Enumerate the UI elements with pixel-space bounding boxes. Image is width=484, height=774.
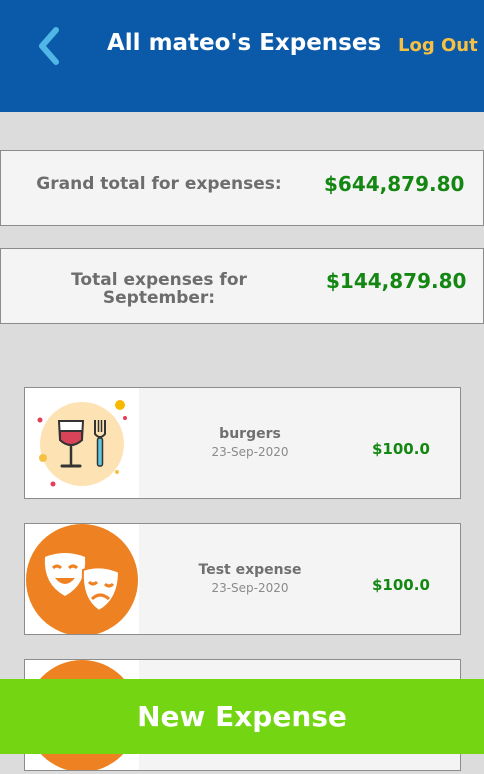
grand-total-value: $644,879.80 bbox=[324, 172, 465, 196]
theater-masks-icon bbox=[26, 524, 138, 636]
page-title: All mateo's Expenses bbox=[107, 30, 382, 56]
grand-total-panel: Grand total for expenses: $644,879.80 bbox=[0, 150, 484, 226]
grand-total-label: Grand total for expenses: bbox=[36, 174, 282, 194]
month-total-panel: Total expenses for September: $144,879.8… bbox=[0, 248, 484, 324]
expense-category-image bbox=[25, 524, 139, 636]
expense-name: Test expense bbox=[198, 562, 302, 578]
expense-date: 23-Sep-2020 bbox=[211, 581, 289, 595]
expense-amount: $100.0 bbox=[372, 440, 430, 458]
expense-amount: $100.0 bbox=[372, 576, 430, 594]
month-total-label: Total expenses for September: bbox=[71, 270, 247, 308]
expense-name: burgers bbox=[219, 426, 281, 442]
new-expense-button[interactable]: New Expense bbox=[0, 679, 484, 754]
expense-category-image bbox=[25, 388, 139, 498]
expense-card[interactable]: Test expense 23-Sep-2020 $100.0 bbox=[24, 523, 461, 636]
expense-date: 23-Sep-2020 bbox=[211, 445, 289, 459]
app-header: All mateo's Expenses Log Out bbox=[0, 0, 484, 112]
chevron-left-icon bbox=[39, 27, 59, 65]
food-drink-icon bbox=[37, 400, 127, 487]
expense-card[interactable]: burgers 23-Sep-2020 $100.0 bbox=[24, 387, 461, 499]
back-button[interactable] bbox=[30, 24, 70, 68]
month-total-value: $144,879.80 bbox=[326, 269, 467, 293]
logout-link[interactable]: Log Out bbox=[398, 35, 478, 56]
